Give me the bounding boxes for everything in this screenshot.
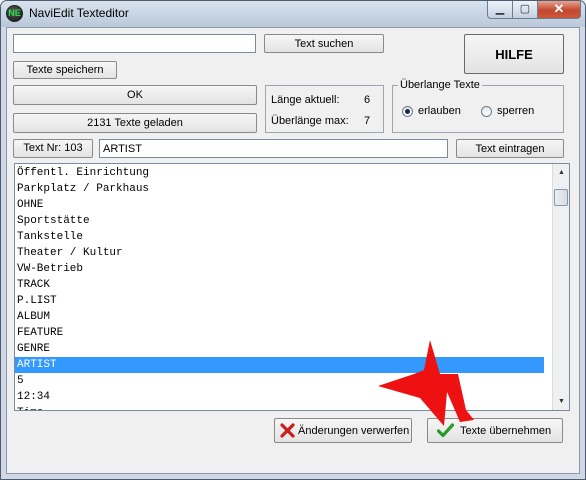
window-title: NaviEdit Texteditor	[29, 6, 129, 20]
block-radio-label[interactable]: sperren	[497, 105, 534, 117]
overlength-group-title: Überlange Texte	[398, 79, 482, 91]
scroll-up-icon[interactable]: ▲	[553, 164, 569, 181]
red-pointer-arrow-icon	[378, 340, 498, 442]
list-item[interactable]: Theater / Kultur	[15, 245, 544, 261]
list-item[interactable]: P.LIST	[15, 293, 544, 309]
current-length-value: 6	[364, 94, 371, 106]
loaded-status-panel: 2131 Texte geladen	[13, 113, 257, 133]
close-button[interactable]: ✕	[538, 1, 581, 19]
list-item[interactable]: TRACK	[15, 277, 544, 293]
scrollbar-thumb[interactable]	[554, 189, 568, 206]
list-item[interactable]: ALBUM	[15, 309, 544, 325]
list-item[interactable]: OHNE	[15, 197, 544, 213]
allow-radio-label[interactable]: erlauben	[418, 105, 461, 117]
list-item[interactable]: Öffentl. Einrichtung	[15, 165, 544, 181]
list-scrollbar[interactable]: ▲ ▼	[552, 164, 569, 410]
insert-text-button[interactable]: Text eintragen	[456, 139, 564, 158]
list-item[interactable]: Parkplatz / Parkhaus	[15, 181, 544, 197]
maximize-button[interactable]: ▢	[513, 1, 538, 19]
list-item[interactable]: Tankstelle	[15, 229, 544, 245]
search-text-button[interactable]: Text suchen	[264, 34, 384, 53]
list-item[interactable]: Sportstätte	[15, 213, 544, 229]
block-radio[interactable]	[481, 106, 492, 117]
text-number-label: Text Nr: 103	[13, 139, 93, 158]
max-overlength-value: 7	[364, 115, 371, 127]
search-input[interactable]	[13, 34, 256, 53]
scroll-down-icon[interactable]: ▼	[553, 393, 569, 410]
max-overlength-label: Überlänge max:	[271, 115, 349, 127]
allow-radio[interactable]	[402, 106, 413, 117]
help-button[interactable]: HILFE	[464, 34, 564, 74]
list-item[interactable]: VW-Betrieb	[15, 261, 544, 277]
ok-button[interactable]: OK	[13, 85, 257, 105]
minimize-button[interactable]: ▁	[487, 1, 513, 19]
list-item[interactable]: FEATURE	[15, 325, 544, 341]
save-texts-button[interactable]: Texte speichern	[13, 61, 117, 79]
length-info-panel: Länge aktuell: 6 Überlänge max: 7	[265, 85, 384, 133]
text-edit-input[interactable]	[99, 139, 448, 158]
current-length-label: Länge aktuell:	[271, 94, 340, 106]
app-logo-icon[interactable]: NE	[6, 5, 23, 22]
discard-x-icon	[280, 423, 295, 438]
